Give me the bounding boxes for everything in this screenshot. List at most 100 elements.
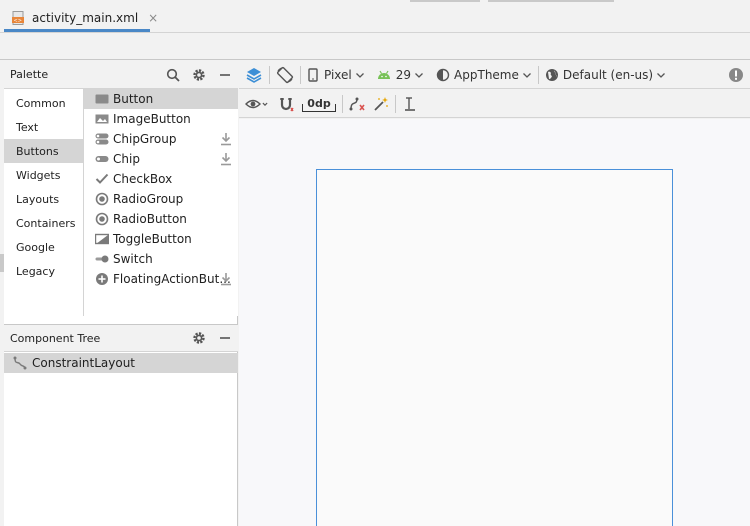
device-label: Pixel: [324, 67, 352, 82]
category-buttons[interactable]: Buttons: [4, 139, 83, 163]
minimize-icon[interactable]: [216, 329, 234, 347]
eye-icon: [245, 99, 261, 108]
api-level-label: 29: [395, 67, 412, 82]
chip-icon: [95, 152, 109, 166]
left-panel: Palette Common Text Buttons Widgets Layo…: [4, 61, 238, 526]
download-icon[interactable]: [220, 132, 232, 146]
guidelines-icon[interactable]: [402, 93, 418, 115]
widget-imagebutton[interactable]: ImageButton: [84, 109, 238, 129]
tab-strip-divider: [488, 0, 614, 2]
editor-header-bar: [0, 34, 750, 60]
category-legacy[interactable]: Legacy: [4, 259, 83, 283]
category-common[interactable]: Common: [4, 91, 83, 115]
toolbar-separator: [537, 65, 539, 84]
chevron-down-icon: [415, 72, 424, 78]
component-tree-header: Component Tree: [4, 324, 238, 352]
theme-icon: [436, 68, 450, 81]
locale-dropdown[interactable]: Default (en-us): [545, 64, 666, 86]
search-icon[interactable]: [164, 66, 182, 84]
toolbar-separator: [269, 65, 270, 84]
widget-chip[interactable]: Chip: [84, 149, 238, 169]
design-toolbar: Pixel 29 AppTheme Default (en-us): [239, 61, 750, 89]
tab-title: activity_main.xml: [32, 10, 139, 25]
phone-icon: [308, 67, 318, 82]
clear-constraints-icon[interactable]: [349, 93, 367, 115]
category-google[interactable]: Google: [4, 235, 83, 259]
svg-text:<>: <>: [14, 18, 22, 24]
widget-label: Chip: [113, 152, 140, 166]
chipgroup-icon: [95, 132, 109, 146]
layers-icon[interactable]: [245, 64, 263, 86]
download-icon[interactable]: [220, 272, 232, 286]
widget-button[interactable]: Button: [84, 89, 238, 109]
minimize-icon[interactable]: [216, 66, 234, 84]
api-level-dropdown[interactable]: 29: [377, 64, 424, 86]
constraint-toolbar: 0dp: [239, 90, 750, 118]
tab-strip-divider: [410, 0, 480, 2]
widget-radiogroup[interactable]: RadioGroup: [84, 189, 238, 209]
view-options-dropdown[interactable]: [245, 93, 268, 115]
theme-label: AppTheme: [454, 67, 519, 82]
widget-label: CheckBox: [113, 172, 173, 186]
widget-label: FloatingActionBut...: [113, 272, 231, 286]
default-margin-value: 0dp: [307, 97, 331, 110]
widget-label: RadioGroup: [113, 192, 184, 206]
gear-icon[interactable]: [190, 66, 208, 84]
widget-checkbox[interactable]: CheckBox: [84, 169, 238, 189]
chevron-down-icon: [262, 102, 268, 106]
gear-icon[interactable]: [190, 329, 208, 347]
palette-widget-list: Button ImageButton ChipGroup Chip CheckB…: [84, 89, 238, 316]
widget-togglebutton[interactable]: ToggleButton: [84, 229, 238, 249]
widget-floatingactionbutton[interactable]: FloatingActionBut...: [84, 269, 238, 289]
xml-file-icon: <>: [12, 10, 26, 25]
chevron-down-icon: [522, 72, 531, 78]
globe-icon: [545, 68, 558, 81]
toolbar-separator: [300, 65, 301, 84]
widget-switch[interactable]: Switch: [84, 249, 238, 269]
constraint-layout-icon: [12, 355, 28, 371]
category-text[interactable]: Text: [4, 115, 83, 139]
infer-constraints-icon[interactable]: [373, 93, 389, 115]
widget-label: Switch: [113, 252, 153, 266]
plus-circle-icon: [95, 272, 109, 286]
device-screen-preview[interactable]: [316, 169, 673, 526]
radio-icon: [95, 192, 109, 206]
category-containers[interactable]: Containers: [4, 211, 83, 235]
radio-icon: [95, 212, 109, 226]
tree-item-label: ConstraintLayout: [32, 356, 136, 370]
widget-chipgroup[interactable]: ChipGroup: [84, 129, 238, 149]
toggle-icon: [95, 232, 109, 246]
widget-label: ImageButton: [113, 112, 191, 126]
tab-activity-main[interactable]: <> activity_main.xml ×: [4, 6, 158, 32]
button-icon: [95, 92, 109, 106]
component-tree-title: Component Tree: [10, 331, 101, 345]
design-canvas[interactable]: [239, 119, 750, 526]
editor-tab-strip: <> activity_main.xml ×: [0, 0, 750, 33]
category-layouts[interactable]: Layouts: [4, 187, 83, 211]
palette-header: Palette: [4, 61, 238, 89]
chevron-down-icon: [355, 72, 364, 78]
switch-icon: [95, 252, 109, 266]
widget-label: Button: [113, 92, 154, 106]
device-dropdown[interactable]: Pixel: [307, 64, 365, 86]
default-margin-field[interactable]: 0dp: [302, 93, 336, 115]
toolbar-separator: [342, 94, 343, 113]
widget-radiobutton[interactable]: RadioButton: [84, 209, 238, 229]
android-icon: [377, 70, 390, 79]
theme-dropdown[interactable]: AppTheme: [436, 64, 532, 86]
palette-title: Palette: [10, 68, 49, 81]
magnet-icon[interactable]: [278, 93, 294, 115]
chevron-down-icon: [657, 72, 666, 78]
orientation-icon[interactable]: [276, 64, 294, 86]
category-widgets[interactable]: Widgets: [4, 163, 83, 187]
locale-label: Default (en-us): [562, 67, 654, 82]
tree-item-constraintlayout[interactable]: ConstraintLayout: [4, 353, 238, 373]
widget-label: RadioButton: [113, 212, 187, 226]
image-icon: [95, 112, 109, 126]
toolbar-separator: [395, 94, 396, 113]
checkmark-icon: [95, 172, 109, 186]
warning-icon[interactable]: [728, 64, 744, 86]
palette-categories: Common Text Buttons Widgets Layouts Cont…: [4, 89, 84, 316]
close-tab-icon[interactable]: ×: [148, 11, 158, 25]
download-icon[interactable]: [220, 152, 232, 166]
